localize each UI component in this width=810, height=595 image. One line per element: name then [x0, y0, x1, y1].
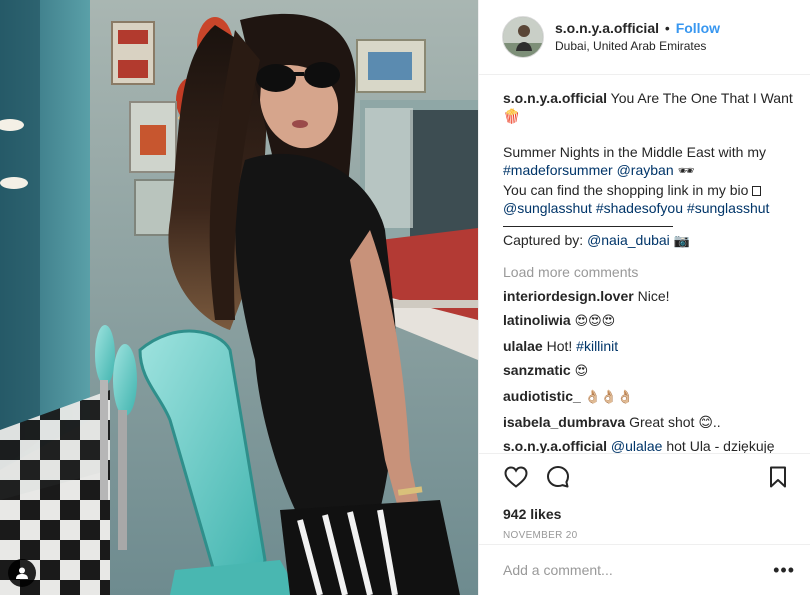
hashtag-shadesofyou[interactable]: #shadesofyou [596, 200, 683, 216]
comment-username[interactable]: audiotistic_ [503, 388, 581, 404]
likes-count[interactable]: 942 likes [503, 506, 787, 522]
heart-icon[interactable] [503, 464, 529, 490]
comment-item: isabela_dumbrava Great shot 😊.. [503, 413, 799, 431]
comment-item: ulalae Hot! #killinit [503, 337, 799, 355]
comment-text: 😍😍😍 [574, 314, 616, 329]
header-text: s.o.n.y.a.official • Follow Dubai, Unite… [555, 19, 720, 55]
comment-username[interactable]: interiordesign.lover [503, 288, 634, 304]
post-date[interactable]: NOVEMBER 20 [503, 530, 787, 541]
comment-item: sanzmatic 😍 [503, 361, 799, 381]
hashtag-killinit[interactable]: #killinit [576, 338, 618, 354]
post-header: s.o.n.y.a.official • Follow Dubai, Unite… [479, 0, 810, 75]
caption-divider [503, 226, 673, 227]
comment-username[interactable]: latinoliwia [503, 312, 571, 328]
username[interactable]: s.o.n.y.a.official [555, 20, 659, 36]
user-tag-icon[interactable] [8, 559, 36, 587]
sunglasses-emoji: 🕶 [673, 164, 695, 179]
comment-text: Nice! [637, 288, 670, 304]
comment-username[interactable]: sanzmatic [503, 362, 571, 378]
comments-list[interactable]: s.o.n.y.a.official You Are The One That … [479, 75, 810, 453]
location[interactable]: Dubai, United Arab Emirates [555, 37, 720, 55]
credit-label: Captured by: [503, 232, 588, 248]
comment-item: s.o.n.y.a.official @ulalae hot Ula - dzi… [503, 437, 799, 453]
missing-glyph-icon [752, 186, 762, 196]
mention-ulalae[interactable]: @ulalae [611, 438, 663, 453]
comment-item: audiotistic_ 👌🏼👌🏼👌🏼 [503, 387, 799, 407]
comment-username[interactable]: ulalae [503, 338, 543, 354]
post-photo[interactable] [0, 0, 478, 595]
comment-username[interactable]: s.o.n.y.a.official [503, 438, 607, 453]
hashtag-madeforsummer[interactable]: #madeforsummer [503, 162, 613, 178]
comment-text: hot Ula - dziękuję [662, 438, 775, 453]
comment-input[interactable] [503, 562, 774, 578]
more-options-icon[interactable]: ••• [773, 561, 795, 579]
mention-rayban[interactable]: @rayban [617, 162, 674, 178]
comment-text: Great shot 😊.. [629, 414, 721, 430]
caption-line3: You can find the shopping link in my bio [503, 182, 753, 198]
caption: s.o.n.y.a.official You Are The One That … [503, 89, 799, 251]
load-more-comments-button[interactable]: Load more comments [503, 263, 799, 281]
comment-item: interiordesign.lover Nice! [503, 287, 799, 305]
comment-username[interactable]: isabela_dumbrava [503, 414, 625, 430]
follow-button[interactable]: Follow [676, 20, 720, 36]
mention-naia-dubai[interactable]: @naia_dubai [587, 232, 670, 248]
add-comment-bar: ••• [479, 544, 810, 595]
comment-text: Hot! [546, 338, 577, 354]
comment-text: 😍 [574, 364, 589, 379]
separator-dot: • [664, 20, 670, 36]
mention-sunglasshut[interactable]: @sunglasshut [503, 200, 592, 216]
header-row: s.o.n.y.a.official • Follow [555, 19, 720, 37]
comment-icon[interactable] [545, 464, 571, 490]
caption-username[interactable]: s.o.n.y.a.official [503, 90, 607, 106]
avatar[interactable] [502, 16, 544, 58]
photo-illustration [0, 0, 478, 595]
comment-text: 👌🏼👌🏼👌🏼 [584, 390, 634, 405]
action-icons [503, 464, 787, 490]
camera-emoji: 📷 [673, 234, 690, 249]
hashtag-sunglasshut[interactable]: #sunglasshut [687, 200, 770, 216]
post-side-panel: s.o.n.y.a.official • Follow Dubai, Unite… [478, 0, 810, 595]
comment-item: latinoliwia 😍😍😍 [503, 311, 799, 331]
caption-line2: Summer Nights in the Middle East with my [503, 144, 766, 160]
post-actions: 942 likes NOVEMBER 20 [479, 453, 810, 555]
bookmark-icon[interactable] [765, 464, 791, 490]
